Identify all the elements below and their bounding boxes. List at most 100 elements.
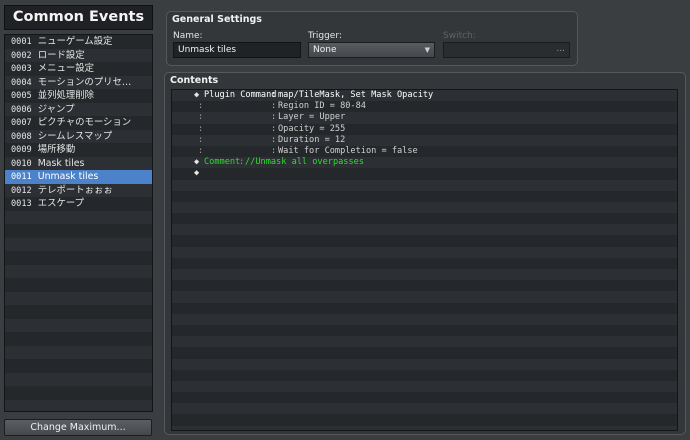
common-events-title: Common Events: [4, 5, 153, 30]
event-list-empty-row[interactable]: [5, 210, 152, 224]
trigger-select[interactable]: None ▼: [308, 42, 435, 58]
plugin-param-row[interactable]: :: Wait for Completion = false: [172, 146, 677, 157]
command-empty-row[interactable]: [172, 347, 677, 358]
command-empty-row[interactable]: [172, 291, 677, 303]
event-list-item[interactable]: 0001 ニューゲーム設定: [5, 35, 152, 49]
event-number: 0012: [11, 185, 32, 196]
param-separator: :: [271, 134, 277, 145]
event-list-item[interactable]: 0012 テレポートぉぉぉ: [5, 183, 152, 197]
event-list-item[interactable]: 0013 エスケープ: [5, 197, 152, 211]
trigger-selected-value: None: [313, 45, 337, 55]
event-list-item[interactable]: 0004 モーションのプリセ…: [5, 75, 152, 89]
event-list-empty-row[interactable]: [5, 345, 152, 359]
event-name: Unmask tiles: [37, 171, 99, 182]
event-list-item[interactable]: 0007 ピクチャのモーション: [5, 116, 152, 130]
event-number: 0004: [11, 77, 32, 88]
plugin-param-row[interactable]: :: Region ID = 80-84: [172, 101, 677, 112]
event-name: エスケープ: [37, 198, 85, 209]
event-list-empty-row[interactable]: [5, 386, 152, 400]
command-empty-row[interactable]: [172, 325, 677, 336]
command-empty-row[interactable]: [172, 235, 677, 246]
command-empty-row[interactable]: [172, 269, 677, 281]
switch-browse-button: ...: [556, 44, 565, 54]
event-list-empty-row[interactable]: [5, 399, 152, 411]
event-name: メニュー設定: [37, 63, 94, 74]
contents-group: Contents ◆ Plugin Command: map/TileMask, S…: [164, 72, 686, 435]
continuation-marker: :: [198, 145, 204, 156]
event-list-empty-row[interactable]: [5, 359, 152, 373]
event-name: シームレスマップ: [37, 130, 113, 142]
param-separator: :: [271, 123, 277, 134]
command-empty-row[interactable]: [172, 224, 677, 236]
comment-command-row[interactable]: ◆ Comment://Unmask all overpasses: [172, 157, 677, 169]
event-number: 0003: [11, 64, 32, 74]
event-number: 0006: [11, 104, 32, 115]
command-empty-row[interactable]: [172, 246, 677, 258]
event-list-item[interactable]: 0008 シームレスマップ: [5, 129, 152, 143]
param-text: Duration = 12: [278, 134, 346, 145]
command-empty-row[interactable]: [172, 258, 677, 269]
command-diamond-icon: ◆: [194, 168, 200, 179]
plugin-param-row[interactable]: :: Opacity = 255: [172, 124, 677, 135]
command-diamond-icon: ◆: [194, 90, 200, 100]
event-list-item[interactable]: 0009 場所移動: [5, 143, 152, 157]
event-list-item[interactable]: 0003 メニュー設定: [5, 62, 152, 76]
general-settings-group: General Settings Name: Unmask tiles Trig…: [166, 11, 578, 66]
plugin-param-row[interactable]: :: Layer = Upper: [172, 112, 677, 124]
command-insert-row[interactable]: ◆: [172, 168, 677, 179]
command-diamond-icon: ◆: [194, 157, 200, 168]
event-number: 0008: [11, 131, 32, 142]
event-list-empty-row[interactable]: [5, 264, 152, 278]
command-empty-row[interactable]: [172, 280, 677, 291]
command-empty-row[interactable]: [172, 303, 677, 314]
event-list-empty-row[interactable]: [5, 237, 152, 251]
param-separator: :: [271, 145, 277, 156]
event-name: ロード設定: [37, 49, 85, 61]
name-label: Name:: [173, 31, 203, 41]
event-number: 0013: [11, 199, 32, 209]
name-input[interactable]: Unmask tiles: [173, 42, 301, 58]
event-list-empty-row[interactable]: [5, 251, 152, 265]
command-text: //Unmask all overpasses: [245, 157, 364, 168]
event-name: 並列処理削除: [37, 90, 94, 101]
event-list-empty-row[interactable]: [5, 305, 152, 319]
continuation-marker: :: [198, 112, 204, 123]
command-empty-row[interactable]: [172, 313, 677, 325]
common-events-list[interactable]: 0001 ニューゲーム設定 0002 ロード設定 0003 メニュー設定 0004 モーション…: [4, 34, 153, 412]
event-list-item[interactable]: 0006 ジャンプ: [5, 102, 152, 116]
plugin-param-row[interactable]: :: Duration = 12: [172, 134, 677, 146]
event-list-item[interactable]: 0005 並列処理削除: [5, 89, 152, 103]
command-empty-row[interactable]: [172, 358, 677, 370]
event-list-item[interactable]: 0002 ロード設定: [5, 48, 152, 62]
chevron-down-icon: ▼: [424, 46, 430, 54]
command-empty-row[interactable]: [172, 425, 677, 430]
general-settings-title: General Settings: [172, 14, 262, 25]
event-list-item[interactable]: 0011 Unmask tiles: [5, 170, 152, 184]
event-list-empty-row[interactable]: [5, 291, 152, 305]
event-list-empty-row[interactable]: [5, 332, 152, 346]
command-empty-row[interactable]: [172, 201, 677, 214]
command-empty-row[interactable]: [172, 414, 677, 425]
command-empty-row[interactable]: [172, 392, 677, 403]
change-maximum-button[interactable]: Change Maximum...: [4, 419, 152, 436]
command-separator: :: [239, 157, 245, 168]
continuation-marker: :: [198, 123, 204, 134]
param-text: Layer = Upper: [278, 112, 346, 123]
command-empty-row[interactable]: [172, 213, 677, 224]
trigger-label: Trigger:: [308, 31, 342, 41]
command-empty-row[interactable]: [172, 191, 677, 202]
event-list-empty-row[interactable]: [5, 278, 152, 292]
command-empty-row[interactable]: [172, 380, 677, 393]
switch-label: Switch:: [443, 31, 476, 41]
command-empty-row[interactable]: [172, 370, 677, 381]
event-list-empty-row[interactable]: [5, 224, 152, 238]
command-empty-row[interactable]: [172, 336, 677, 348]
event-command-list[interactable]: ◆ Plugin Command: map/TileMask, Set Mask O…: [171, 89, 678, 431]
event-list-item[interactable]: 0010 Mask tiles: [5, 156, 152, 170]
event-name: テレポートぉぉぉ: [37, 184, 113, 196]
command-empty-row[interactable]: [172, 403, 677, 415]
plugin-command-row[interactable]: ◆ Plugin Command: map/TileMask, Set Mask O…: [172, 90, 677, 102]
event-list-empty-row[interactable]: [5, 318, 152, 332]
event-list-empty-row[interactable]: [5, 372, 152, 386]
command-empty-row[interactable]: [172, 179, 677, 191]
